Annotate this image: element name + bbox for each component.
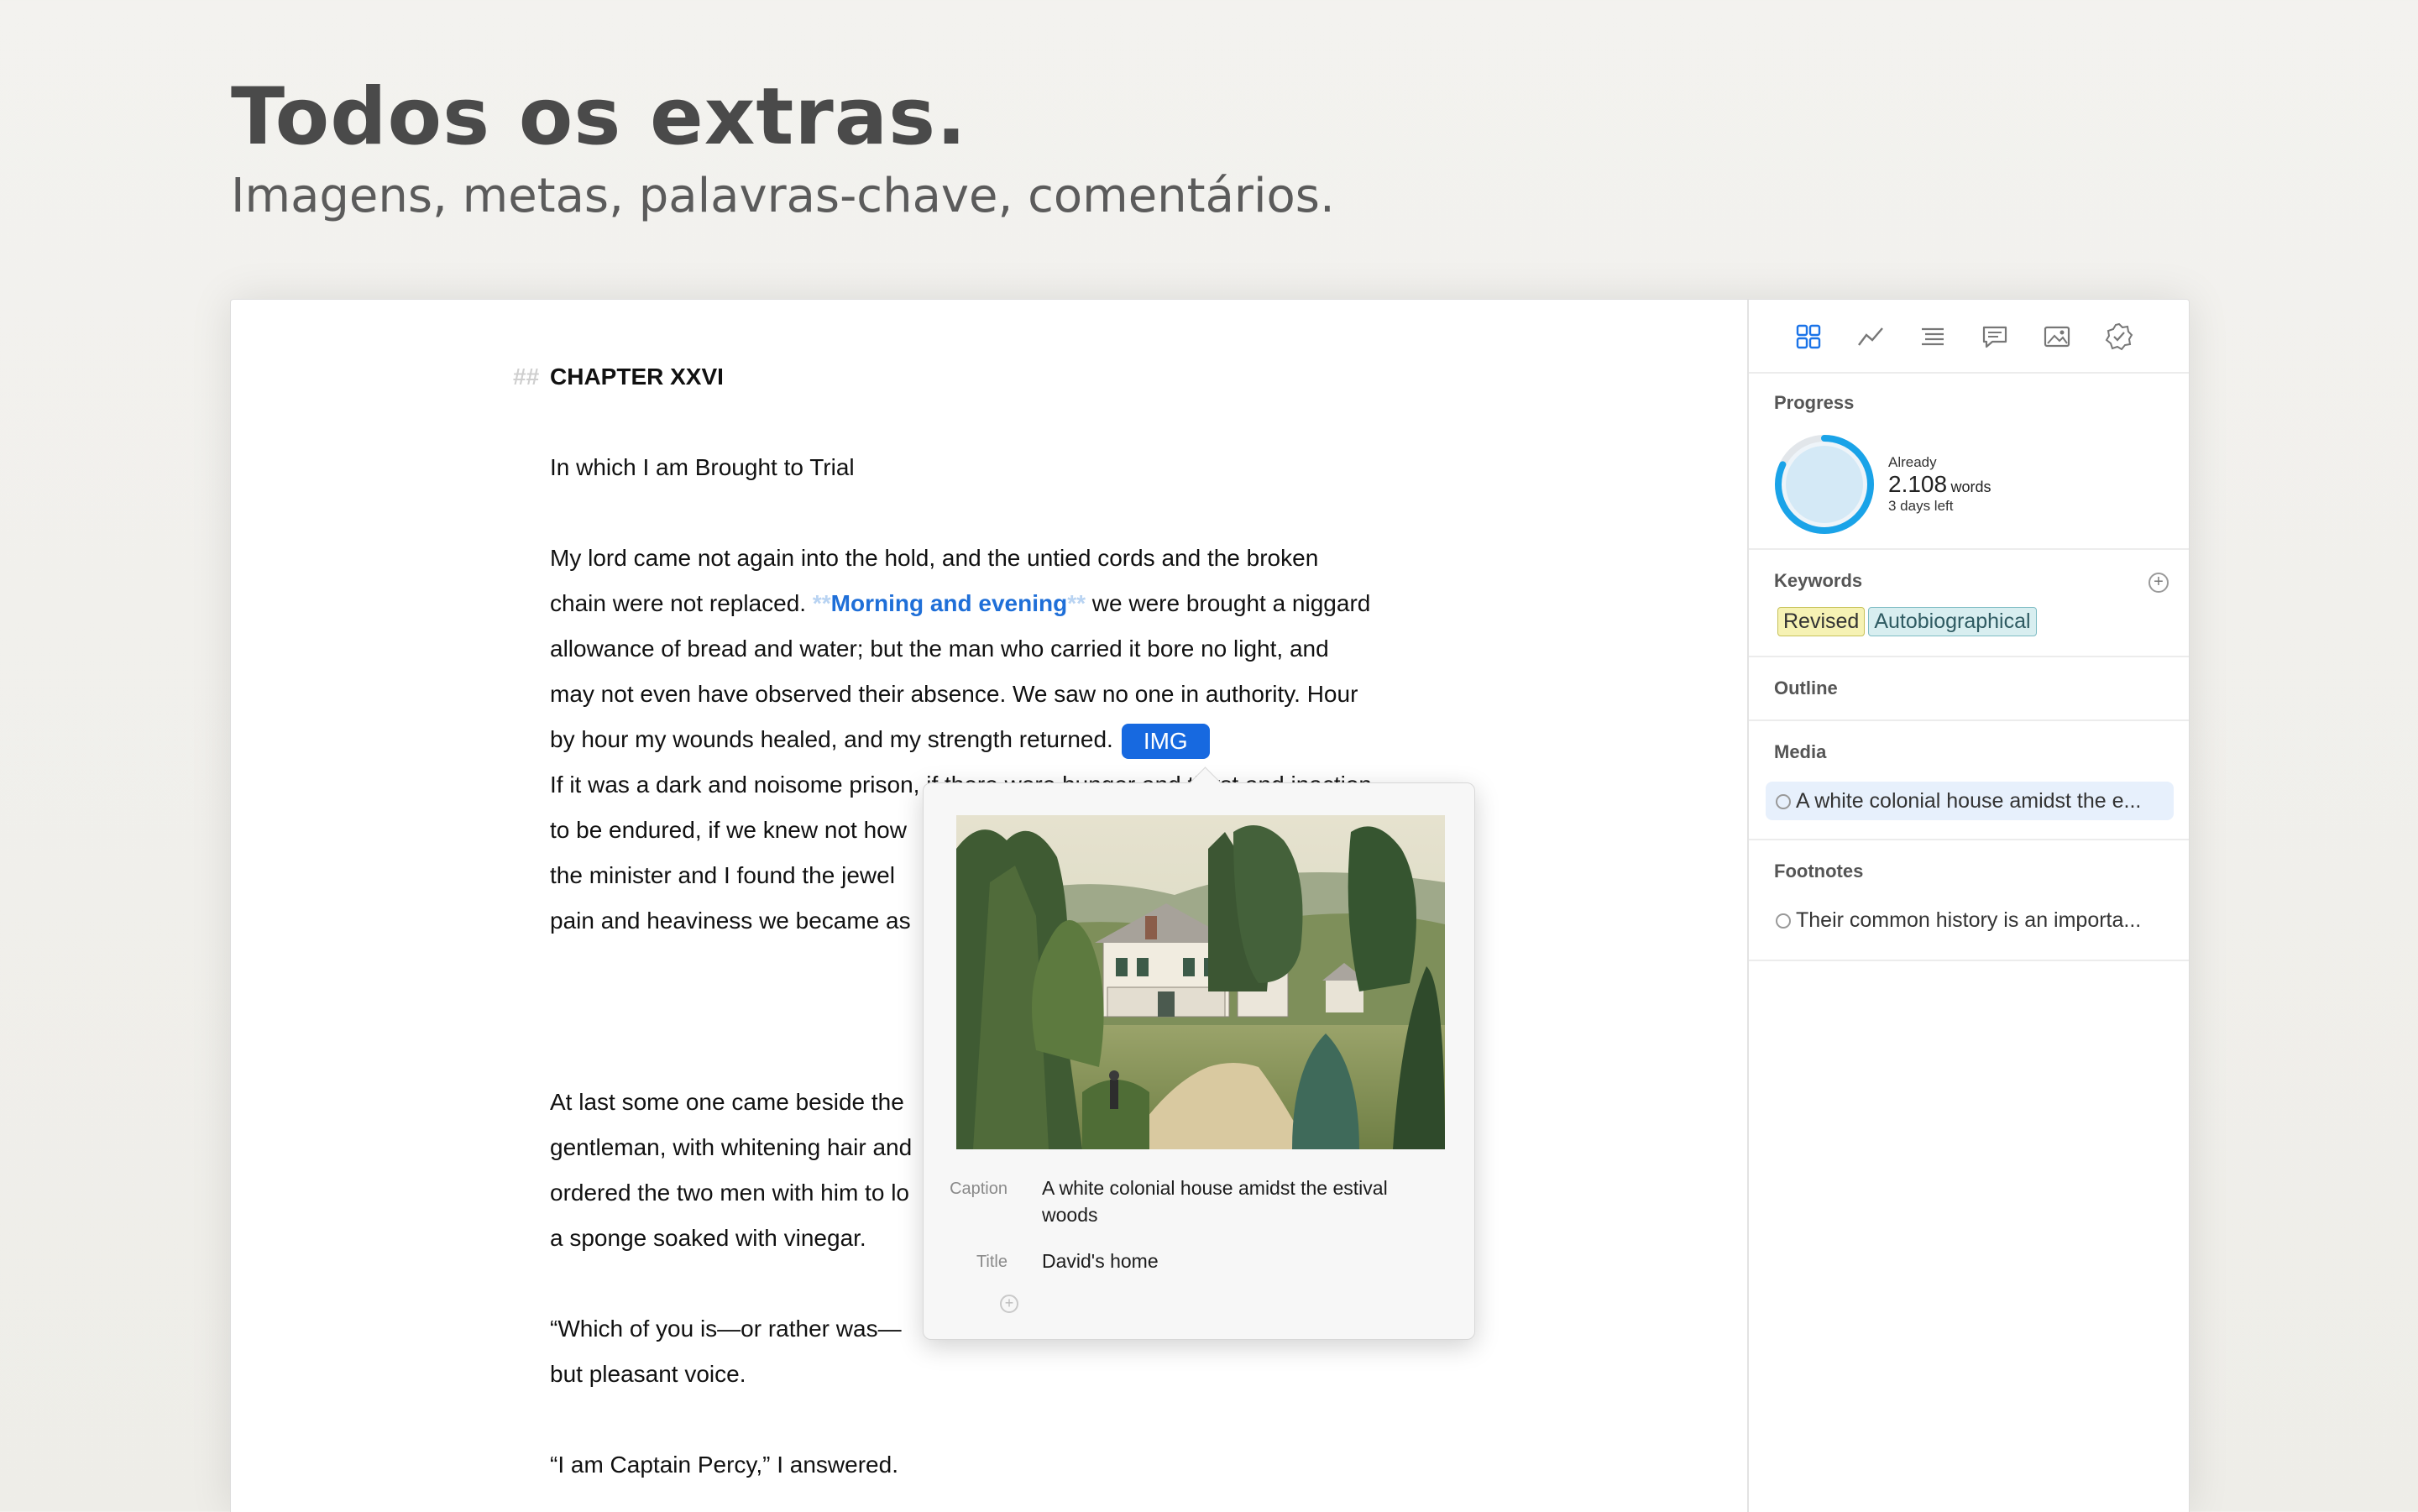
- paragraph[interactable]: My lord came not again into the hold, an…: [550, 536, 1482, 762]
- outline-icon[interactable]: [1918, 322, 1948, 352]
- circle-icon: [1776, 794, 1791, 809]
- progress-already-label: Already: [1888, 454, 1937, 470]
- word-count: 2.108: [1888, 471, 1948, 497]
- media-item-label: A white colonial house amidst the e...: [1796, 789, 2142, 813]
- text-line: a sponge soaked with vinegar.: [550, 1225, 866, 1251]
- bold-marker: **: [1067, 590, 1086, 616]
- text-line: At last some one came beside the: [550, 1089, 904, 1115]
- overview-icon[interactable]: [1793, 322, 1824, 352]
- media-section: Media A white colonial house amidst the …: [1749, 719, 2189, 840]
- footnote-item[interactable]: Their common history is an importa...: [1766, 901, 2174, 939]
- footnote-item-label: Their common history is an importa...: [1796, 908, 2142, 932]
- keyword-tag[interactable]: Autobiographical: [1868, 607, 2037, 636]
- image-popover: Caption A white colonial house amidst th…: [923, 766, 1475, 1340]
- word-unit: words: [1950, 479, 1991, 495]
- heading-marker: ##: [513, 364, 540, 390]
- title-label: Title: [976, 1253, 1008, 1271]
- progress-ring: [1775, 435, 1874, 534]
- keywords-title: Keywords: [1774, 570, 1863, 591]
- chapter-heading[interactable]: ## CHAPTER XXVI: [513, 354, 1482, 400]
- outline-title: Outline: [1774, 678, 1838, 698]
- text-line: ordered the two men with him to lo: [550, 1180, 909, 1206]
- footnotes-section: Footnotes Their common history is an imp…: [1749, 839, 2189, 961]
- bold-marker: **: [812, 590, 831, 616]
- text-line: to be endured, if we knew not how: [550, 817, 907, 843]
- days-left: 3 days left: [1888, 498, 1954, 514]
- add-field-icon[interactable]: +: [1000, 1295, 1018, 1313]
- footnotes-title: Footnotes: [1774, 861, 1864, 882]
- progress-title: Progress: [1774, 392, 1855, 413]
- text-line: by hour my wounds healed, and my strengt…: [550, 726, 1113, 752]
- chapter-subheading[interactable]: In which I am Brought to Trial: [550, 445, 1482, 490]
- progress-section: Progress Already 2.108 words 3 days left: [1749, 374, 2189, 550]
- media-item[interactable]: A white colonial house amidst the e...: [1766, 782, 2174, 820]
- add-keyword-icon[interactable]: +: [2148, 573, 2169, 593]
- app-window: ## CHAPTER XXVI In which I am Brought to…: [230, 299, 2190, 1512]
- hero-subtitle: Imagens, metas, palavras-chave, comentár…: [231, 169, 1335, 223]
- title-field[interactable]: David's home: [1042, 1248, 1437, 1274]
- comments-icon[interactable]: [1980, 322, 2010, 352]
- text-line: the minister and I found the jewel: [550, 862, 895, 888]
- text-line: chain were not replaced.: [550, 590, 813, 616]
- media-title: Media: [1774, 741, 1827, 762]
- img-tag-button[interactable]: IMG: [1121, 723, 1210, 759]
- text-line: we were brought a niggard: [1086, 590, 1371, 616]
- paragraph[interactable]: “I am Captain Percy,” I answered.: [550, 1442, 1482, 1488]
- statistics-icon[interactable]: [1855, 322, 1886, 352]
- keyword-list: Revised Autobiographical: [1777, 607, 2040, 636]
- caption-label: Caption: [950, 1180, 1008, 1198]
- sidebar-tabbar: [1749, 300, 2189, 374]
- sidebar: Progress Already 2.108 words 3 days left…: [1747, 300, 2189, 1512]
- text-line: My lord came not again into the hold, an…: [550, 545, 1319, 571]
- text-line: “Which of you is—or rather was—: [550, 1316, 902, 1342]
- check-badge-icon[interactable]: [2104, 322, 2134, 352]
- keyword-tag[interactable]: Revised: [1777, 607, 1866, 636]
- text-line: but pleasant voice.: [550, 1361, 746, 1387]
- text-line: allowance of bread and water; but the ma…: [550, 636, 1329, 662]
- keywords-section: Keywords + Revised Autobiographical: [1749, 548, 2189, 657]
- image-preview[interactable]: [956, 815, 1445, 1149]
- text-line: may not even have observed their absence…: [550, 681, 1358, 707]
- caption-field[interactable]: A white colonial house amidst the estiva…: [1042, 1175, 1437, 1228]
- chapter-heading-text: CHAPTER XXVI: [550, 364, 724, 390]
- editor-pane[interactable]: ## CHAPTER XXVI In which I am Brought to…: [231, 300, 1747, 1512]
- media-icon[interactable]: [2042, 322, 2072, 352]
- text-line: gentleman, with whitening hair and: [550, 1134, 913, 1160]
- circle-icon: [1776, 913, 1791, 929]
- outline-section: Outline: [1749, 656, 2189, 721]
- hero-title: Todos os extras.: [231, 71, 967, 163]
- progress-text: Already 2.108 words 3 days left: [1888, 454, 1991, 515]
- text-line: pain and heaviness we became as: [550, 908, 911, 934]
- bold-text: Morning and evening: [830, 590, 1068, 616]
